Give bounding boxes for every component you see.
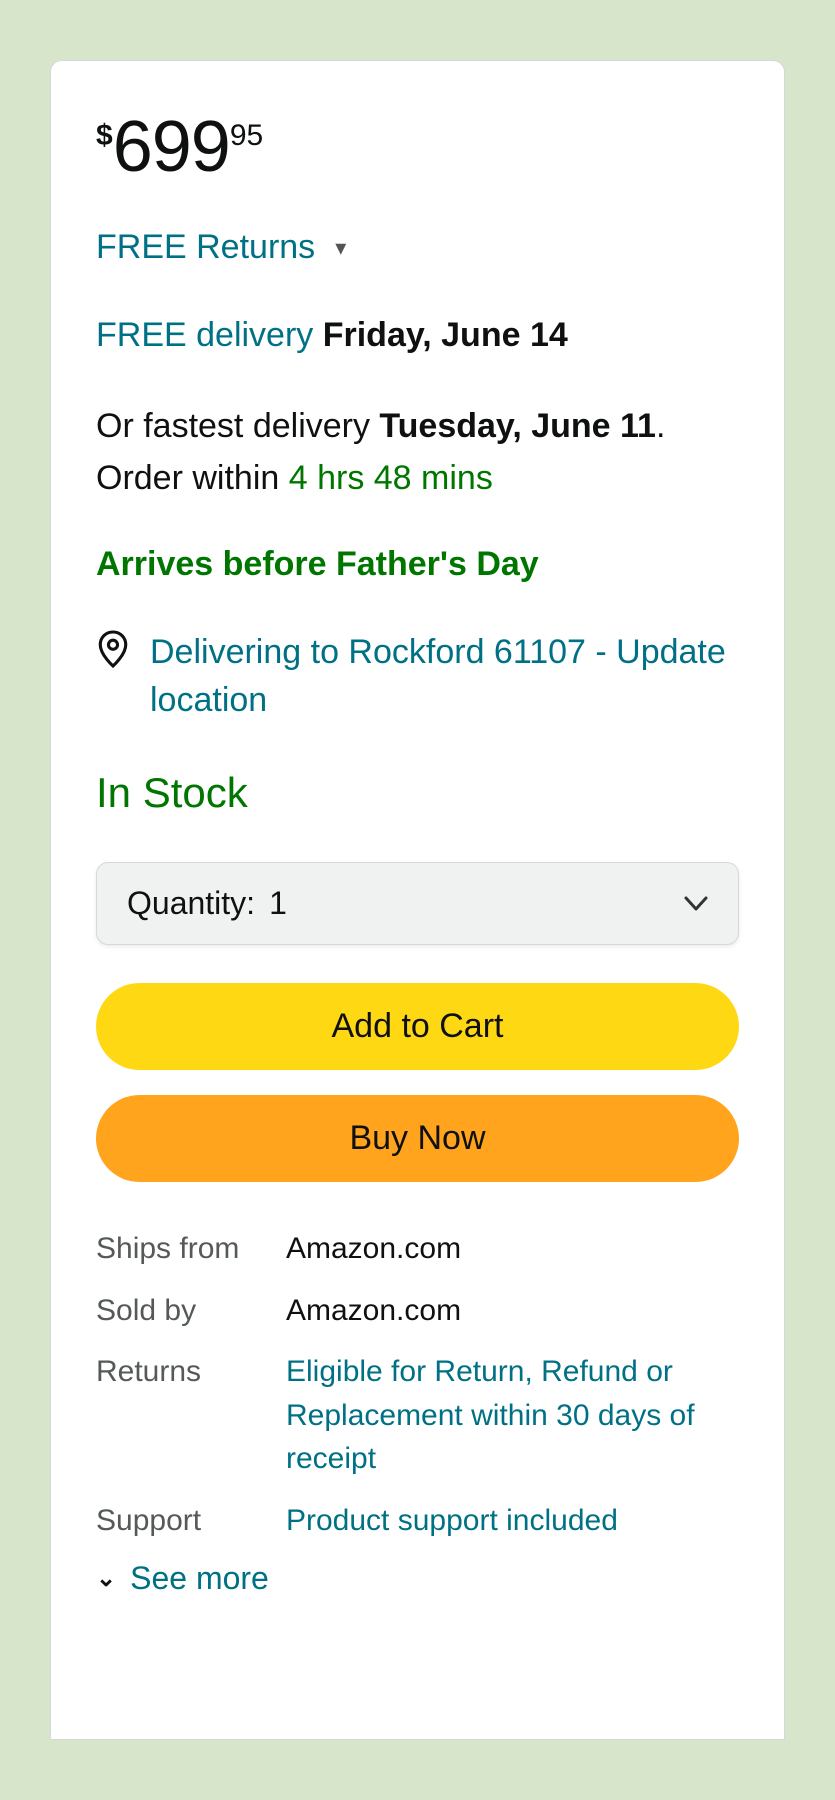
chevron-down-icon xyxy=(684,896,708,912)
free-returns-link[interactable]: FREE Returns ▾ xyxy=(96,228,739,267)
holiday-message: Arrives before Father's Day xyxy=(96,545,739,584)
ships-from-value: Amazon.com xyxy=(286,1227,739,1271)
support-label: Support xyxy=(96,1499,266,1543)
fastest-delivery-info: Or fastest delivery Tuesday, June 11. Or… xyxy=(96,400,739,505)
currency-symbol: $ xyxy=(96,111,113,151)
location-pin-icon xyxy=(96,629,130,669)
quantity-label: Quantity: xyxy=(127,885,255,922)
delivery-date: Friday, June 14 xyxy=(323,316,568,354)
location-text: Delivering to Rockford 61107 - Update lo… xyxy=(150,629,739,724)
chevron-down-icon: ▾ xyxy=(335,235,346,261)
see-more-link[interactable]: ⌄ See more xyxy=(96,1560,739,1597)
fast-prefix: Or fastest delivery xyxy=(96,407,379,445)
stock-status: In Stock xyxy=(96,769,739,817)
buy-now-button[interactable]: Buy Now xyxy=(96,1095,739,1182)
price-cents: 95 xyxy=(230,111,263,151)
price: $ 699 95 xyxy=(96,111,739,183)
returns-policy-link[interactable]: Eligible for Return, Refund or Replaceme… xyxy=(286,1350,739,1481)
price-whole: 699 xyxy=(113,111,230,183)
support-link[interactable]: Product support included xyxy=(286,1499,739,1543)
quantity-value: 1 xyxy=(269,885,287,922)
delivery-location-link[interactable]: Delivering to Rockford 61107 - Update lo… xyxy=(96,629,739,724)
free-delivery-link[interactable]: FREE delivery xyxy=(96,316,313,354)
buy-box: $ 699 95 FREE Returns ▾ FREE delivery Fr… xyxy=(50,60,785,1740)
quantity-select[interactable]: Quantity: 1 xyxy=(96,862,739,945)
chevron-down-icon: ⌄ xyxy=(96,1564,116,1593)
ships-from-label: Ships from xyxy=(96,1227,266,1271)
fast-date: Tuesday, June 11 xyxy=(379,407,656,445)
add-to-cart-button[interactable]: Add to Cart xyxy=(96,983,739,1070)
seller-info: Ships from Amazon.com Sold by Amazon.com… xyxy=(96,1227,739,1542)
sold-by-label: Sold by xyxy=(96,1289,266,1333)
order-countdown: 4 hrs 48 mins xyxy=(289,459,493,497)
sold-by-value: Amazon.com xyxy=(286,1289,739,1333)
see-more-label: See more xyxy=(130,1560,269,1597)
returns-label: Returns xyxy=(96,1350,266,1481)
free-returns-label: FREE Returns xyxy=(96,228,315,267)
delivery-info: FREE delivery Friday, June 14 xyxy=(96,312,739,360)
